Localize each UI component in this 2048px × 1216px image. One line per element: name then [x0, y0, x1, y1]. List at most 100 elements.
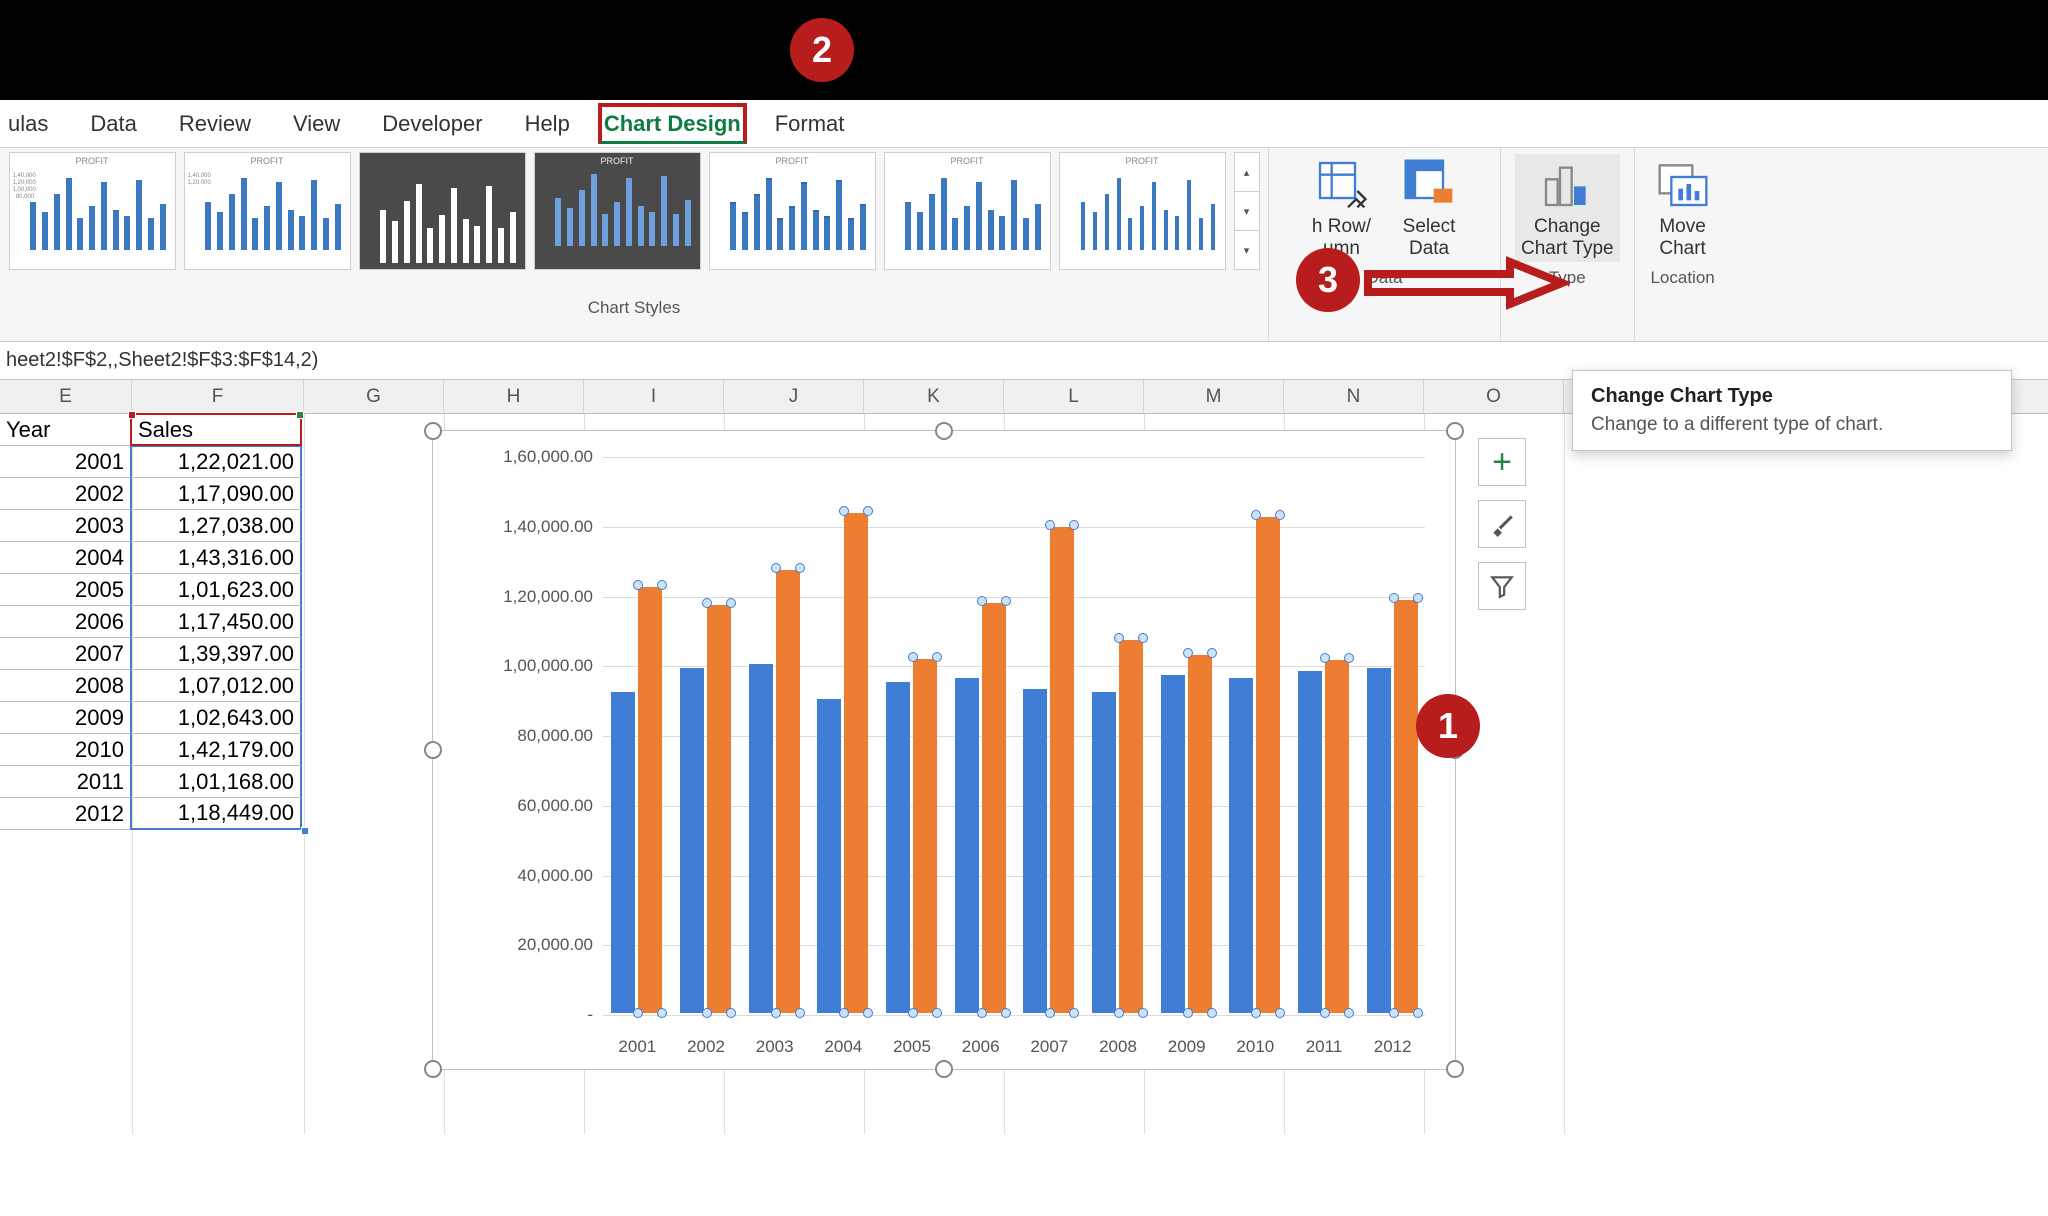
col-header-l[interactable]: L	[1004, 380, 1144, 413]
chart-style-5[interactable]: PROFIT	[709, 152, 876, 270]
table-row[interactable]: 20041,43,316.00	[0, 542, 304, 574]
series-select-handle[interactable]	[633, 580, 643, 590]
series-select-handle[interactable]	[1183, 1008, 1193, 1018]
tab-formulas[interactable]: ulas	[6, 107, 50, 141]
table-row[interactable]: 20071,39,397.00	[0, 638, 304, 670]
bar-series2[interactable]	[776, 570, 800, 1013]
header-sales[interactable]: Sales	[130, 413, 302, 446]
bar-series2[interactable]	[1256, 517, 1280, 1013]
cell-sales[interactable]: 1,27,038.00	[130, 509, 302, 542]
cell-year[interactable]: 2003	[0, 509, 131, 542]
series-select-handle[interactable]	[863, 506, 873, 516]
series-select-handle[interactable]	[657, 580, 667, 590]
bar-series2[interactable]	[982, 603, 1006, 1013]
chart-style-1[interactable]: PROFIT 1,40,000 1,20,000 1,00,000 80,000	[9, 152, 176, 270]
series-select-handle[interactable]	[1389, 1008, 1399, 1018]
series-select-handle[interactable]	[771, 1008, 781, 1018]
cell-year[interactable]: 2007	[0, 637, 131, 670]
chevron-up-icon[interactable]: ▴	[1235, 153, 1259, 192]
bar-series1[interactable]	[955, 678, 979, 1013]
cell-year[interactable]: 2011	[0, 765, 131, 798]
table-row[interactable]: 20121,18,449.00	[0, 798, 304, 830]
resize-handle[interactable]	[935, 422, 953, 440]
more-styles-icon[interactable]: ▾	[1235, 231, 1259, 269]
series-select-handle[interactable]	[908, 652, 918, 662]
resize-handle[interactable]	[1446, 1060, 1464, 1078]
series-select-handle[interactable]	[795, 1008, 805, 1018]
cell-year[interactable]: 2006	[0, 605, 131, 638]
cell-year[interactable]: 2010	[0, 733, 131, 766]
cell-year[interactable]: 2005	[0, 573, 131, 606]
series-select-handle[interactable]	[1320, 653, 1330, 663]
cell-sales[interactable]: 1,01,168.00	[130, 765, 302, 798]
chart-filter-button[interactable]	[1478, 562, 1526, 610]
cell-sales[interactable]: 1,17,450.00	[130, 605, 302, 638]
series-select-handle[interactable]	[1069, 520, 1079, 530]
table-row[interactable]: 20011,22,021.00	[0, 446, 304, 478]
col-header-o[interactable]: O	[1424, 380, 1564, 413]
chevron-down-icon[interactable]: ▾	[1235, 192, 1259, 231]
cell-sales[interactable]: 1,43,316.00	[130, 541, 302, 574]
series-select-handle[interactable]	[1207, 648, 1217, 658]
series-select-handle[interactable]	[726, 598, 736, 608]
series-select-handle[interactable]	[726, 1008, 736, 1018]
chart-elements-button[interactable]: +	[1478, 438, 1526, 486]
bar-series1[interactable]	[817, 699, 841, 1013]
series-select-handle[interactable]	[1344, 653, 1354, 663]
bar-group[interactable]	[749, 570, 800, 1013]
col-header-g[interactable]: G	[304, 380, 444, 413]
col-header-h[interactable]: H	[444, 380, 584, 413]
series-select-handle[interactable]	[839, 1008, 849, 1018]
bar-group[interactable]	[1161, 655, 1212, 1013]
bar-series1[interactable]	[1229, 678, 1253, 1013]
bar-series1[interactable]	[1298, 671, 1322, 1013]
bar-series1[interactable]	[886, 682, 910, 1013]
tab-help[interactable]: Help	[523, 107, 572, 141]
cell-sales[interactable]: 1,02,643.00	[130, 701, 302, 734]
bar-group[interactable]	[817, 513, 868, 1013]
resize-handle[interactable]	[1446, 422, 1464, 440]
selection-handle[interactable]	[296, 411, 304, 419]
cell-sales[interactable]: 1,17,090.00	[130, 477, 302, 510]
series-select-handle[interactable]	[1389, 593, 1399, 603]
embedded-chart[interactable]: -20,000.0040,000.0060,000.0080,000.001,0…	[432, 430, 1456, 1070]
resize-handle[interactable]	[424, 422, 442, 440]
bar-group[interactable]	[886, 659, 937, 1013]
series-select-handle[interactable]	[1251, 510, 1261, 520]
series-select-handle[interactable]	[1114, 633, 1124, 643]
series-select-handle[interactable]	[1207, 1008, 1217, 1018]
tab-data[interactable]: Data	[88, 107, 138, 141]
col-header-n[interactable]: N	[1284, 380, 1424, 413]
resize-handle[interactable]	[424, 741, 442, 759]
bar-series2[interactable]	[1394, 600, 1418, 1013]
series-select-handle[interactable]	[1138, 633, 1148, 643]
cell-sales[interactable]: 1,42,179.00	[130, 733, 302, 766]
bar-series2[interactable]	[638, 587, 662, 1013]
chart-style-6[interactable]: PROFIT	[884, 152, 1051, 270]
series-select-handle[interactable]	[1413, 1008, 1423, 1018]
table-row[interactable]: 20091,02,643.00	[0, 702, 304, 734]
resize-handle[interactable]	[424, 1060, 442, 1078]
cell-sales[interactable]: 1,22,021.00	[130, 445, 302, 478]
chart-styles-button[interactable]	[1478, 500, 1526, 548]
series-select-handle[interactable]	[863, 1008, 873, 1018]
series-select-handle[interactable]	[977, 1008, 987, 1018]
cell-sales[interactable]: 1,39,397.00	[130, 637, 302, 670]
series-select-handle[interactable]	[1320, 1008, 1330, 1018]
series-select-handle[interactable]	[1001, 1008, 1011, 1018]
series-select-handle[interactable]	[932, 652, 942, 662]
series-select-handle[interactable]	[1138, 1008, 1148, 1018]
bar-series2[interactable]	[1050, 527, 1074, 1013]
series-select-handle[interactable]	[771, 563, 781, 573]
cell-sales[interactable]: 1,07,012.00	[130, 669, 302, 702]
col-header-m[interactable]: M	[1144, 380, 1284, 413]
series-select-handle[interactable]	[908, 1008, 918, 1018]
bar-group[interactable]	[680, 605, 731, 1013]
bar-series1[interactable]	[1161, 675, 1185, 1013]
worksheet-grid[interactable]: Year Sales 20011,22,021.0020021,17,090.0…	[0, 414, 2048, 1134]
series-select-handle[interactable]	[1114, 1008, 1124, 1018]
cell-year[interactable]: 2002	[0, 477, 131, 510]
bar-series1[interactable]	[680, 668, 704, 1013]
bar-series2[interactable]	[1188, 655, 1212, 1013]
series-select-handle[interactable]	[977, 596, 987, 606]
